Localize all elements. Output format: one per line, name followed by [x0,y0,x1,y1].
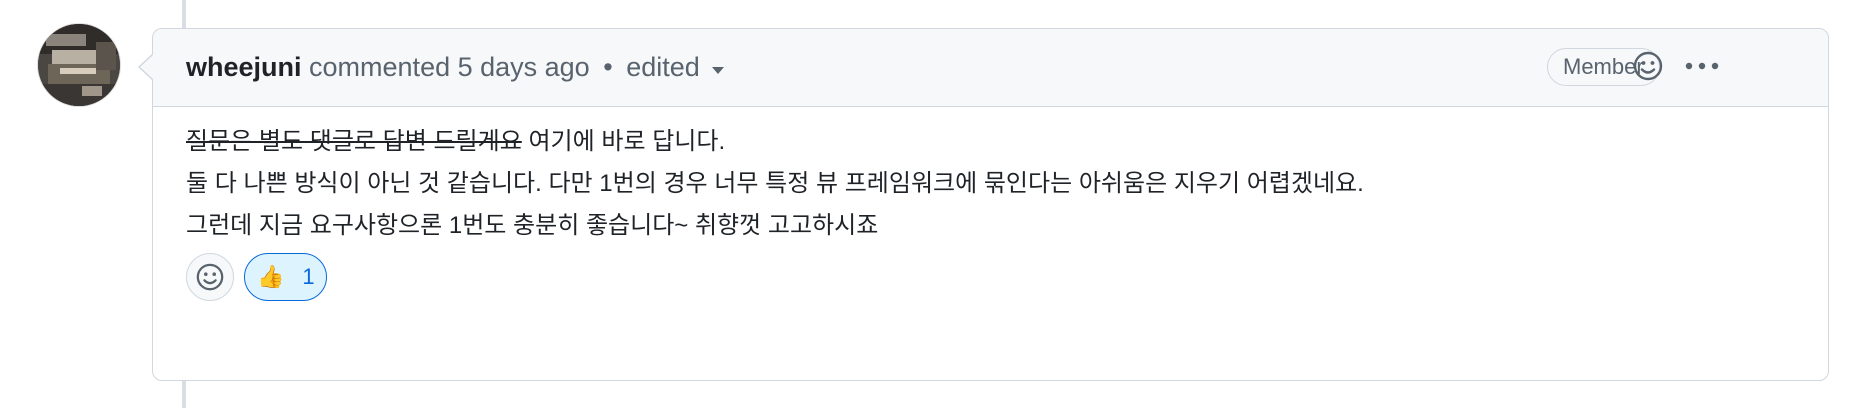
smiley-icon [196,263,224,291]
smiley-icon [1633,51,1663,81]
avatar[interactable] [38,24,120,106]
comment-line-3: 그런데 지금 요구사항으론 1번도 충분히 좋습니다~ 취향껏 고고하시죠 [186,212,879,239]
add-reaction-footer-button[interactable] [186,253,234,301]
comment-line-1: 질문은 별도 댓글로 답변 드릴게요 여기에 바로 답니다. [186,121,1364,163]
comment-header: wheejuni commented 5 days ago • edited M… [153,29,1828,107]
comment-body: 질문은 별도 댓글로 답변 드릴게요 여기에 바로 답니다. 둘 다 나쁜 방식… [186,121,1364,247]
author-link[interactable]: wheejuni [186,52,302,82]
line1-text: 여기에 바로 답니다. [521,128,726,155]
comment-meta: wheejuni commented 5 days ago • edited [186,51,724,83]
reaction-count: 1 [302,264,315,289]
meta-separator: • [603,52,613,82]
thumbs-up-icon: 👍 [257,264,285,289]
comment-box: wheejuni commented 5 days ago • edited M… [152,28,1829,381]
edited-label: edited [626,52,700,82]
avatar-image [38,24,120,106]
edited-menu[interactable]: edited [626,52,724,82]
chevron-down-icon [711,67,724,75]
comment-pointer-fill [140,55,153,79]
strikethrough-text: 질문은 별도 댓글로 답변 드릴게요 [186,128,522,155]
thumbs-up-reaction[interactable]: 👍 1 [244,253,327,301]
more-options-button[interactable] [1683,47,1721,85]
kebab-horizontal-icon [1685,62,1719,70]
comment-timestamp[interactable]: commented 5 days ago [309,52,590,82]
add-reaction-button[interactable] [1629,47,1667,85]
comment-line-2: 둘 다 나쁜 방식이 아닌 것 같습니다. 다만 1번의 경우 너무 특정 뷰 … [186,170,1364,197]
